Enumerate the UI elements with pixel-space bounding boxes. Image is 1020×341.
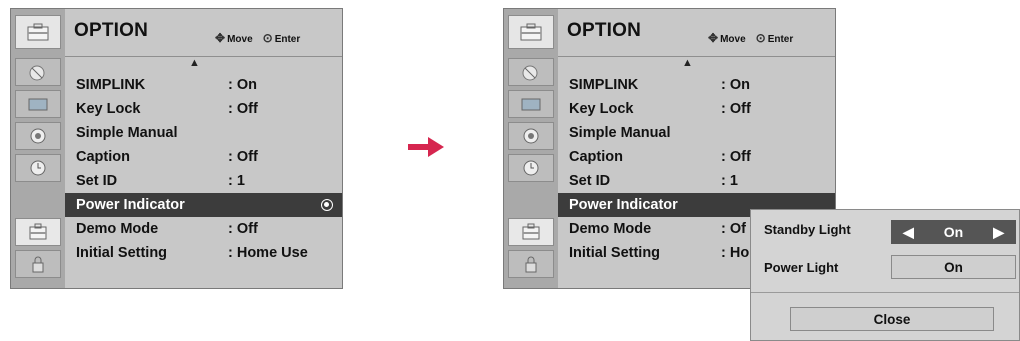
- row-value: : Off: [228, 221, 258, 237]
- header-divider: [558, 56, 835, 57]
- satellite-icon: [522, 65, 538, 81]
- menu-row-simple-manual[interactable]: Simple Manual: [65, 121, 342, 145]
- menu-row-simple-manual[interactable]: Simple Manual: [558, 121, 835, 145]
- header-divider: [65, 56, 342, 57]
- menu-row-caption[interactable]: Caption : Off: [65, 145, 342, 169]
- row-label: Simple Manual: [76, 125, 178, 141]
- row-label: SIMPLINK: [569, 77, 639, 93]
- tab-audio[interactable]: [508, 122, 554, 150]
- tab-channel[interactable]: [15, 58, 61, 86]
- nav-move-label: Move: [227, 34, 253, 45]
- toolbox-icon: [15, 15, 61, 49]
- nav-hints: ✥ Move ⊙ Enter: [708, 31, 793, 45]
- row-label: Power Indicator: [76, 197, 185, 213]
- row-value: : Home Use: [228, 245, 308, 261]
- nav-enter-label: Enter: [274, 34, 301, 45]
- transition-arrow-icon: [408, 137, 444, 157]
- row-label: Set ID: [76, 173, 118, 189]
- arrow-left-icon[interactable]: ◀: [903, 224, 914, 241]
- tab-option[interactable]: [508, 218, 554, 246]
- menu-row-set-id[interactable]: Set ID : 1: [558, 169, 835, 193]
- menu-title: OPTION: [567, 20, 642, 41]
- toolbox-icon: [29, 223, 47, 240]
- close-button[interactable]: Close: [790, 307, 994, 331]
- scroll-up-icon[interactable]: ▲: [682, 57, 693, 69]
- row-value: : Off: [721, 101, 751, 117]
- speaker-icon: [523, 128, 539, 144]
- satellite-icon: [29, 65, 45, 81]
- tab-picture[interactable]: [508, 90, 554, 118]
- tab-audio[interactable]: [15, 122, 61, 150]
- category-tabs: [11, 9, 65, 288]
- scroll-up-icon[interactable]: ▲: [189, 57, 200, 69]
- enter-radio-icon: [321, 199, 333, 211]
- toolbox-icon: [522, 223, 540, 240]
- lock-icon: [525, 256, 537, 273]
- menu-row-key-lock[interactable]: Key Lock : Off: [558, 97, 835, 121]
- row-label: Power Indicator: [569, 197, 678, 213]
- arrow-right-icon[interactable]: ▶: [993, 224, 1004, 241]
- speaker-icon: [30, 128, 46, 144]
- toolbox-icon: [508, 15, 554, 49]
- row-label: SIMPLINK: [76, 77, 146, 93]
- move-arrows-icon: ✥: [215, 31, 226, 45]
- row-value: : Off: [228, 149, 258, 165]
- tv-screen-icon: [28, 98, 48, 111]
- tab-lock[interactable]: [508, 250, 554, 278]
- menu-row-power-indicator[interactable]: Power Indicator: [65, 193, 342, 217]
- row-label: Demo Mode: [76, 221, 159, 237]
- clock-icon: [523, 160, 539, 176]
- menu-row-initial-setting[interactable]: Initial Setting : Home Use: [65, 241, 342, 265]
- enter-circle-icon: ⊙: [262, 31, 273, 45]
- row-value: : Of: [721, 221, 746, 237]
- standby-light-value: On: [943, 224, 964, 240]
- power-light-label: Power Light: [764, 260, 839, 275]
- menu-title: OPTION: [74, 20, 149, 41]
- move-arrows-icon: ✥: [708, 31, 719, 45]
- menu-row-caption[interactable]: Caption : Off: [558, 145, 835, 169]
- enter-circle-icon: ⊙: [755, 31, 766, 45]
- row-label: Set ID: [569, 173, 611, 189]
- menu-row-simplink[interactable]: SIMPLINK : On: [558, 73, 835, 97]
- row-value: : On: [228, 77, 257, 93]
- row-value: : Off: [228, 101, 258, 117]
- row-label: Caption: [76, 149, 130, 165]
- row-value: : 1: [721, 173, 738, 189]
- row-label: Initial Setting: [76, 245, 168, 261]
- nav-move-label: Move: [720, 34, 746, 45]
- tv-screen-icon: [521, 98, 541, 111]
- standby-light-selector[interactable]: ◀ On ▶: [891, 220, 1016, 244]
- row-value: : Off: [721, 149, 751, 165]
- row-label: Simple Manual: [569, 125, 671, 141]
- power-indicator-popup: Standby Light ◀ On ▶ Power Light On Clos…: [750, 209, 1020, 341]
- menu-row-set-id[interactable]: Set ID : 1: [65, 169, 342, 193]
- row-label: Demo Mode: [569, 221, 652, 237]
- popup-divider: [751, 292, 1019, 293]
- tab-time[interactable]: [508, 154, 554, 182]
- menu-row-key-lock[interactable]: Key Lock : Off: [65, 97, 342, 121]
- tab-time[interactable]: [15, 154, 61, 182]
- menu-rows: SIMPLINK : On Key Lock : Off Simple Manual…: [65, 73, 342, 265]
- category-tabs: [504, 9, 558, 288]
- tab-picture[interactable]: [15, 90, 61, 118]
- row-label: Key Lock: [76, 101, 141, 117]
- nav-enter-label: Enter: [767, 34, 794, 45]
- lock-icon: [32, 256, 44, 273]
- row-label: Initial Setting: [569, 245, 661, 261]
- tab-option[interactable]: [15, 218, 61, 246]
- power-light-value[interactable]: On: [891, 255, 1016, 279]
- tab-channel[interactable]: [508, 58, 554, 86]
- row-label: Key Lock: [569, 101, 634, 117]
- row-value: : On: [721, 77, 750, 93]
- row-label: Caption: [569, 149, 623, 165]
- tab-lock[interactable]: [15, 250, 61, 278]
- nav-hints: ✥ Move ⊙ Enter: [215, 31, 300, 45]
- row-value: : 1: [228, 173, 245, 189]
- menu-row-demo-mode[interactable]: Demo Mode : Off: [65, 217, 342, 241]
- clock-icon: [30, 160, 46, 176]
- row-value: : Ho: [721, 245, 750, 261]
- standby-light-label: Standby Light: [764, 222, 851, 237]
- option-menu-left: OPTION ✥ Move ⊙ Enter ▲ SIMPLINK : On Key L…: [10, 8, 343, 289]
- menu-row-simplink[interactable]: SIMPLINK : On: [65, 73, 342, 97]
